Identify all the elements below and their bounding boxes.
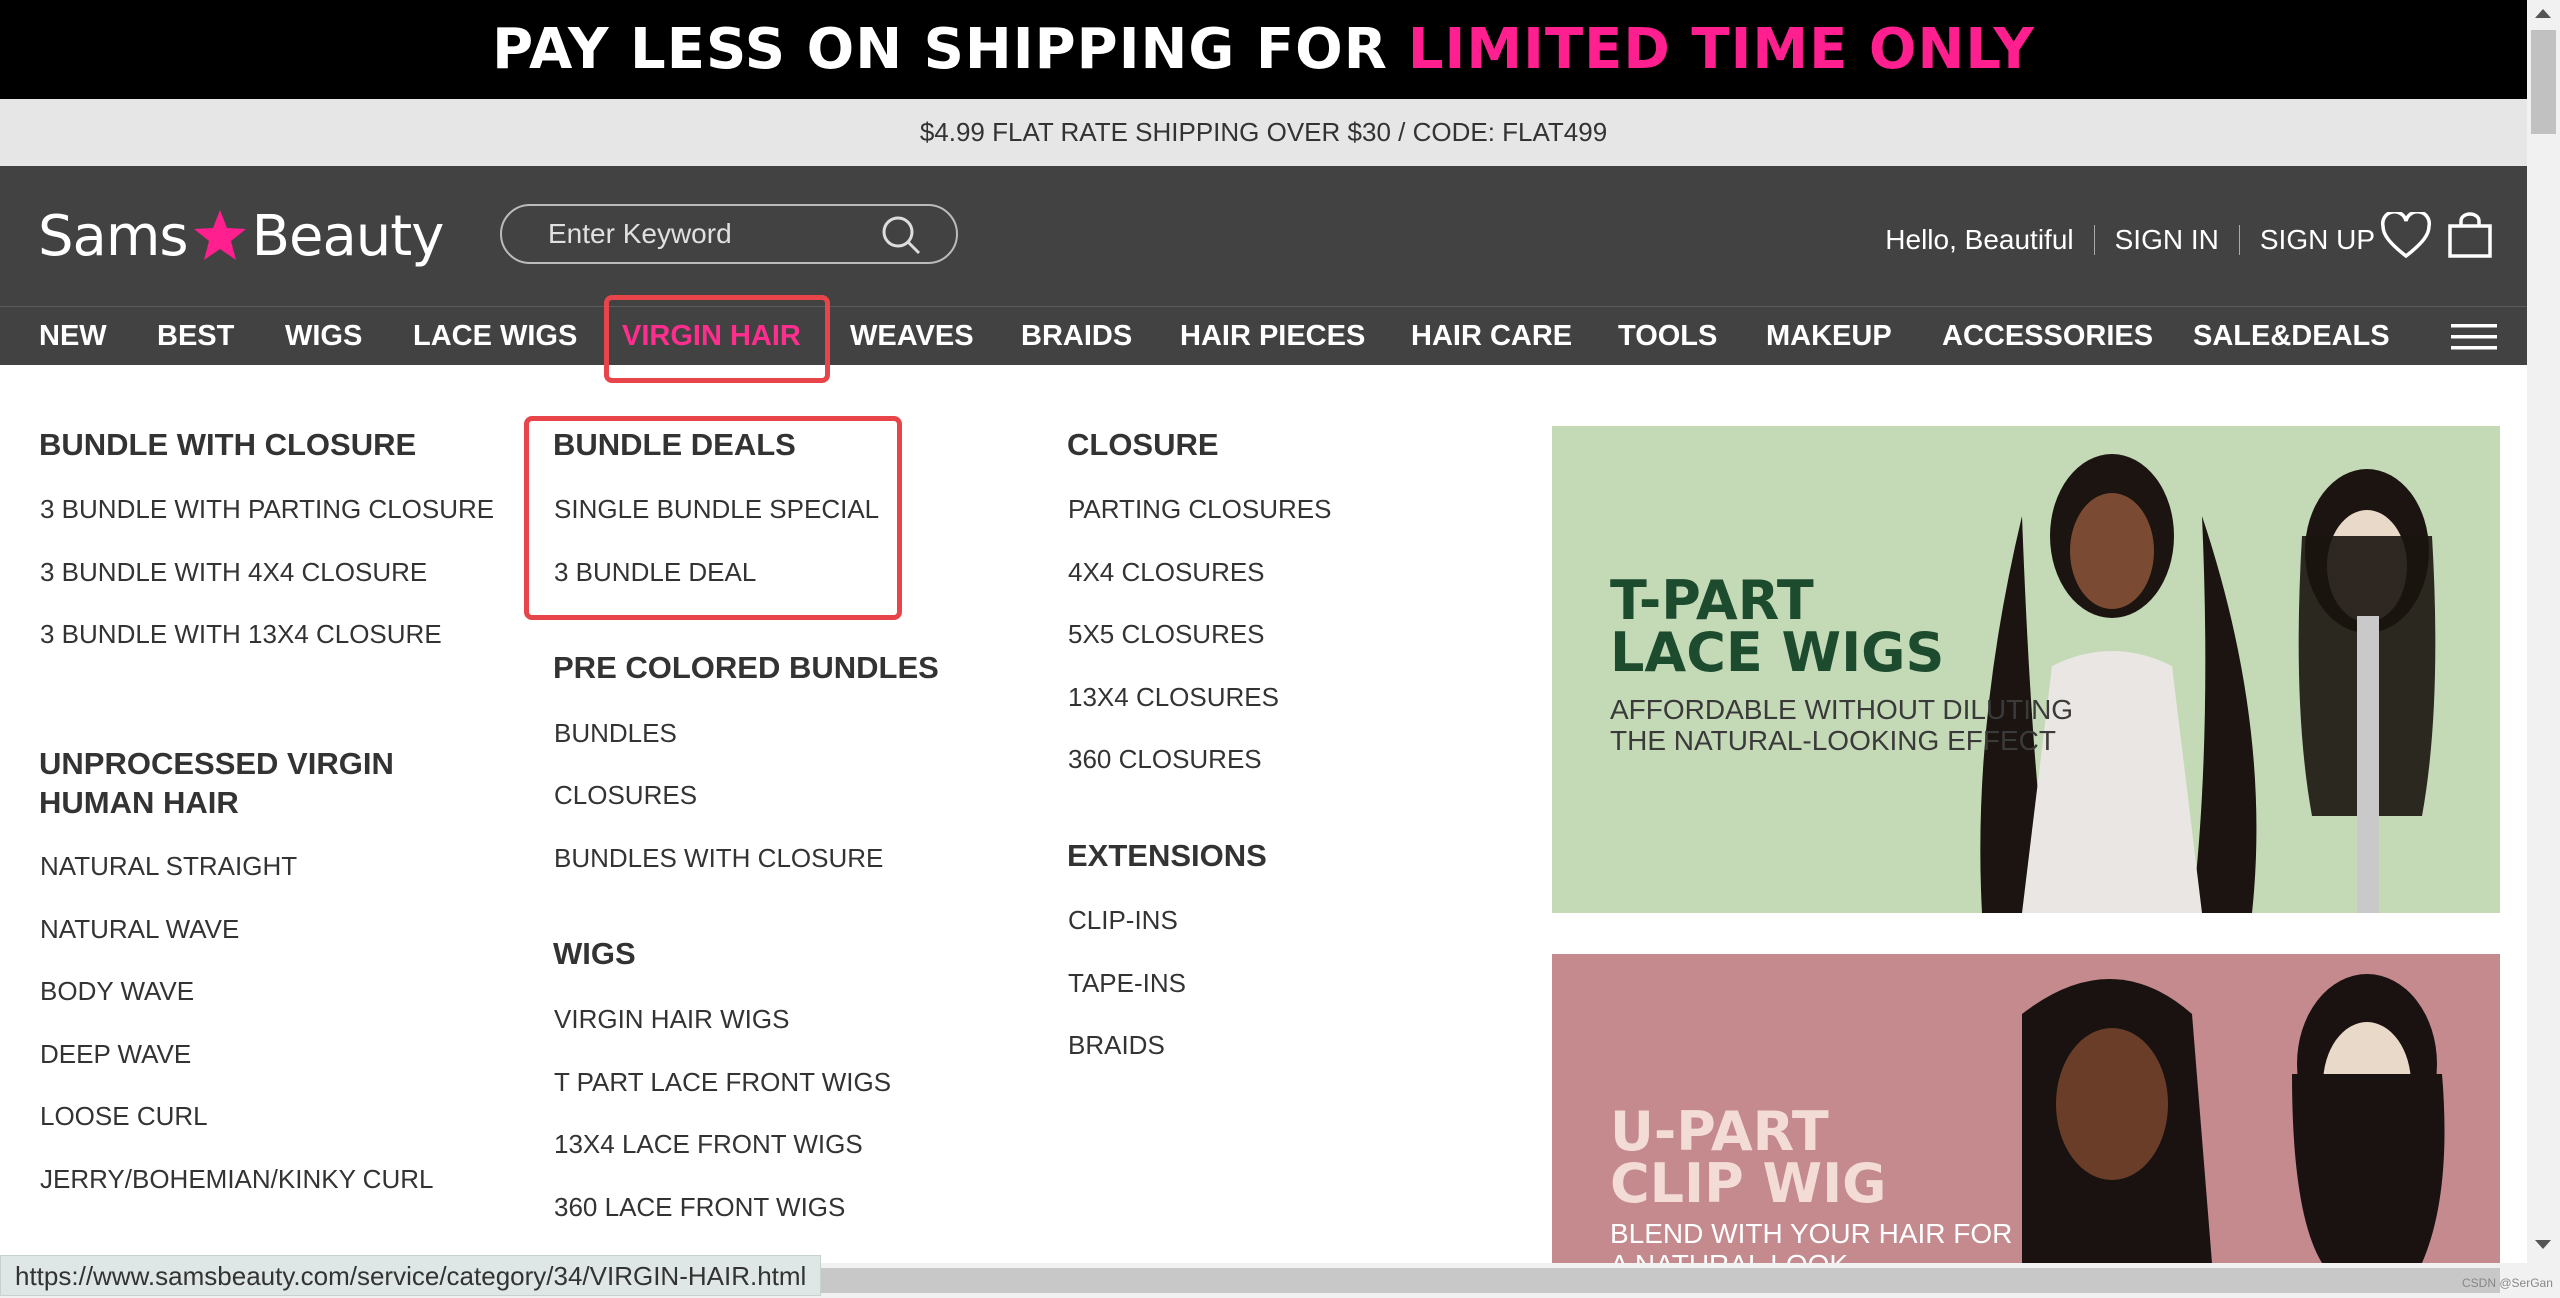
menu-link[interactable]: 360 LACE FRONT WIGS (554, 1192, 845, 1223)
bag-icon[interactable] (2446, 212, 2494, 260)
greeting: Hello, Beautiful (1885, 224, 2074, 255)
menu-link[interactable]: VIRGIN HAIR WIGS (554, 1004, 789, 1035)
star-icon (193, 210, 246, 260)
menu-link[interactable]: LOOSE CURL (40, 1101, 208, 1132)
sign-up-link[interactable]: SIGN UP (2260, 224, 2375, 256)
nav-tools[interactable]: TOOLS (1618, 307, 1717, 365)
heading-pre-colored-bundles[interactable]: PRE COLORED BUNDLES (553, 648, 939, 687)
banner-subtitle: AFFORDABLE WITHOUT DILUTING (1610, 694, 2074, 725)
promo-text: PAY LESS ON SHIPPING FOR (492, 17, 1388, 82)
scroll-down-icon[interactable] (2527, 1232, 2560, 1256)
heading-wigs[interactable]: WIGS (553, 934, 636, 973)
menu-link[interactable]: 13X4 LACE FRONT WIGS (554, 1129, 863, 1160)
banner-subtitle: A NATURAL LOOK (1610, 1249, 2012, 1263)
banner-subtitle: THE NATURAL-LOOKING EFFECT (1610, 725, 2056, 756)
menu-link[interactable]: CLIP-INS (1068, 905, 1178, 936)
nav-makeup[interactable]: MAKEUP (1766, 307, 1892, 365)
banner-title: U-PART (1610, 1100, 1829, 1163)
horizontal-scroll-thumb[interactable] (820, 1268, 2500, 1293)
menu-link[interactable]: PARTING CLOSURES (1068, 494, 1331, 525)
divider (2238, 225, 2240, 255)
t-part-lace-wigs-banner[interactable]: T-PART LACE WIGS AFFORDABLE WITHOUT DILU… (1552, 426, 2500, 913)
heading-extensions[interactable]: EXTENSIONS (1067, 836, 1267, 875)
menu-link[interactable]: 3 BUNDLE WITH PARTING CLOSURE (40, 494, 494, 525)
nav-weaves[interactable]: WEAVES (850, 307, 974, 365)
nav-hair-care[interactable]: HAIR CARE (1411, 307, 1572, 365)
menu-link[interactable]: JERRY/BOHEMIAN/KINKY CURL (40, 1164, 433, 1195)
menu-link[interactable]: 360 CLOSURES (1068, 744, 1262, 775)
site-header: Sams Beauty Hello, Beautiful SIGN IN SIG… (0, 166, 2527, 306)
banner-title: LACE WIGS (1610, 621, 1945, 684)
vertical-scrollbar[interactable] (2527, 0, 2560, 1298)
menu-link[interactable]: TAPE-INS (1068, 968, 1186, 999)
logo[interactable]: Sams Beauty (38, 196, 445, 276)
menu-link[interactable]: BRAIDS (1068, 1030, 1165, 1061)
nav-wigs[interactable]: WIGS (285, 307, 362, 365)
heading-closure[interactable]: CLOSURE (1067, 425, 1219, 464)
search-box (500, 204, 958, 264)
nav-sale-deals[interactable]: SALE&DEALS (2193, 307, 2390, 365)
nav-braids[interactable]: BRAIDS (1021, 307, 1132, 365)
banner-title: CLIP WIG (1610, 1152, 1887, 1215)
menu-link[interactable]: 13X4 CLOSURES (1068, 682, 1279, 713)
vertical-scroll-thumb[interactable] (2531, 30, 2556, 134)
nav-best[interactable]: BEST (157, 307, 234, 365)
logo-text-left: Sams (38, 203, 189, 269)
divider (2093, 225, 2095, 255)
heading-bundle-deals[interactable]: BUNDLE DEALS (553, 425, 796, 464)
main-nav: NEW BEST WIGS LACE WIGS VIRGIN HAIR WEAV… (0, 306, 2527, 365)
menu-link[interactable]: 3 BUNDLE WITH 4X4 CLOSURE (40, 557, 427, 588)
promo-banner[interactable]: PAY LESS ON SHIPPING FOR LIMITED TIME ON… (0, 0, 2527, 99)
promo-highlight: LIMITED TIME ONLY (1407, 17, 2035, 82)
heading-unprocessed-virgin[interactable]: UNPROCESSED VIRGIN (39, 744, 394, 783)
search-input[interactable] (546, 217, 880, 251)
search-icon[interactable] (880, 214, 922, 256)
menu-icon[interactable] (2451, 324, 2497, 350)
menu-link[interactable]: NATURAL WAVE (40, 914, 239, 945)
heading-human-hair[interactable]: HUMAN HAIR (39, 783, 239, 822)
logo-text-right: Beauty (251, 203, 445, 269)
watermark: CSDN @SerGan (2462, 1276, 2553, 1290)
menu-link[interactable]: CLOSURES (554, 780, 697, 811)
menu-link[interactable]: 3 BUNDLE DEAL (554, 557, 756, 588)
scroll-up-icon[interactable] (2527, 2, 2560, 26)
menu-link[interactable]: 5X5 CLOSURES (1068, 619, 1265, 650)
header-icons (2380, 212, 2494, 260)
shipping-bar[interactable]: $4.99 FLAT RATE SHIPPING OVER $30 / CODE… (0, 99, 2527, 166)
highlight-box-nav (604, 295, 830, 383)
banner-subtitle: BLEND WITH YOUR HAIR FOR (1610, 1218, 2013, 1249)
account-links: Hello, Beautiful SIGN IN SIGN UP (1885, 224, 2375, 256)
nav-accessories[interactable]: ACCESSORIES (1942, 307, 2153, 365)
nav-new[interactable]: NEW (39, 307, 107, 365)
u-part-clip-wig-banner[interactable]: U-PART CLIP WIG BLEND WITH YOUR HAIR FOR… (1552, 954, 2500, 1263)
menu-link[interactable]: NATURAL STRAIGHT (40, 851, 297, 882)
heart-icon[interactable] (2380, 212, 2432, 260)
menu-link[interactable]: 4X4 CLOSURES (1068, 557, 1265, 588)
menu-link[interactable]: BUNDLES (554, 718, 677, 749)
shipping-text: $4.99 FLAT RATE SHIPPING OVER $30 / CODE… (919, 117, 1608, 147)
nav-lace-wigs[interactable]: LACE WIGS (413, 307, 577, 365)
menu-link[interactable]: 3 BUNDLE WITH 13X4 CLOSURE (40, 619, 442, 650)
banner-title: T-PART (1610, 569, 1814, 632)
status-url: https://www.samsbeauty.com/service/categ… (0, 1255, 822, 1296)
menu-link[interactable]: BUNDLES WITH CLOSURE (554, 843, 883, 874)
menu-link[interactable]: DEEP WAVE (40, 1039, 191, 1070)
nav-hair-pieces[interactable]: HAIR PIECES (1180, 307, 1365, 365)
menu-link[interactable]: BODY WAVE (40, 976, 194, 1007)
heading-bundle-with-closure[interactable]: BUNDLE WITH CLOSURE (39, 425, 416, 464)
menu-link[interactable]: T PART LACE FRONT WIGS (554, 1067, 891, 1098)
menu-link[interactable]: SINGLE BUNDLE SPECIAL (554, 494, 879, 525)
sign-in-link[interactable]: SIGN IN (2115, 224, 2219, 256)
